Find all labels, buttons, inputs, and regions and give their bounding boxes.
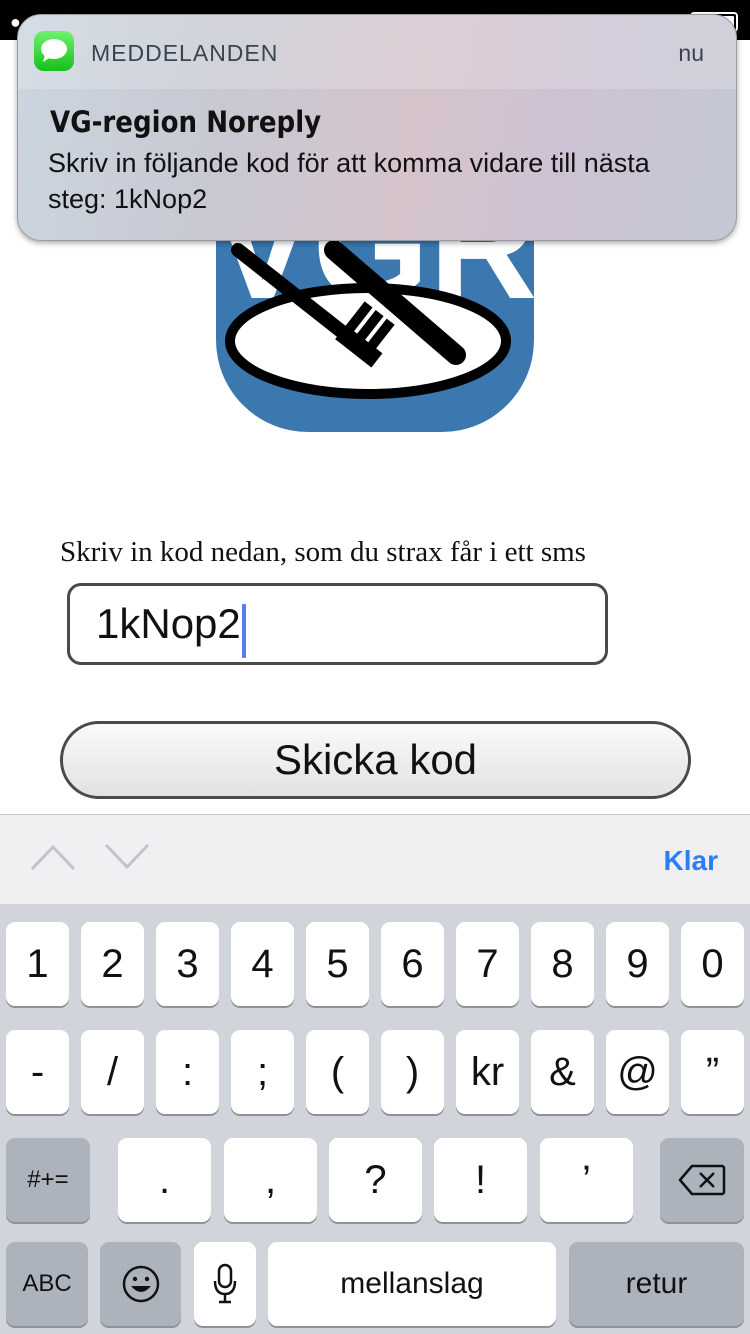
text-caret — [241, 603, 246, 658]
key-hyphen[interactable]: - — [6, 1030, 69, 1114]
key-2[interactable]: 2 — [81, 922, 144, 1006]
notification-time: nu — [678, 40, 704, 66]
key-apostrophe[interactable]: ’ — [540, 1138, 633, 1222]
notification-header: MEDDELANDEN nu — [18, 15, 736, 89]
key-ampersand[interactable]: & — [531, 1030, 594, 1114]
key-at[interactable]: @ — [606, 1030, 669, 1114]
backspace-key[interactable] — [660, 1138, 744, 1222]
key-exclamation[interactable]: ! — [434, 1138, 527, 1222]
backspace-icon — [678, 1164, 726, 1196]
notification-sender: VG-region Noreply — [50, 105, 322, 139]
key-4[interactable]: 4 — [231, 922, 294, 1006]
keyboard: 1 2 3 4 5 6 7 8 9 0 - / : ; ( ) kr & @ ”… — [0, 904, 750, 1334]
code-input[interactable]: 1kNop2 — [67, 583, 608, 665]
symbols-key[interactable]: #+= — [6, 1138, 90, 1222]
microphone-icon — [213, 1263, 237, 1304]
key-close-paren[interactable]: ) — [381, 1030, 444, 1114]
notification-app-name: MEDDELANDEN — [91, 40, 279, 66]
key-colon[interactable]: : — [156, 1030, 219, 1114]
key-8[interactable]: 8 — [531, 922, 594, 1006]
dictation-key[interactable] — [194, 1242, 256, 1326]
code-input-value: 1kNop2 — [96, 600, 241, 647]
key-quote[interactable]: ” — [681, 1030, 744, 1114]
instruction-text: Skriv in kod nedan, som du strax får i e… — [60, 536, 586, 568]
messages-app-icon — [34, 31, 74, 71]
key-semicolon[interactable]: ; — [231, 1030, 294, 1114]
key-kr[interactable]: kr — [456, 1030, 519, 1114]
done-button[interactable]: Klar — [664, 845, 718, 877]
send-code-button[interactable]: Skicka kod — [60, 721, 691, 799]
key-9[interactable]: 9 — [606, 922, 669, 1006]
notification-body: Skriv in följande kod för att komma vida… — [48, 148, 650, 214]
key-7[interactable]: 7 — [456, 922, 519, 1006]
emoji-icon — [122, 1265, 159, 1303]
message-notification[interactable]: MEDDELANDEN nu VG-region Noreply Skriv i… — [17, 14, 737, 241]
key-3[interactable]: 3 — [156, 922, 219, 1006]
previous-field-chevron-up-icon[interactable] — [30, 843, 76, 871]
abc-key[interactable]: ABC — [6, 1242, 88, 1326]
key-5[interactable]: 5 — [306, 922, 369, 1006]
keyboard-accessory-bar: Klar — [0, 814, 750, 904]
key-open-paren[interactable]: ( — [306, 1030, 369, 1114]
space-key[interactable]: mellanslag — [268, 1242, 556, 1326]
emoji-key[interactable] — [100, 1242, 181, 1326]
key-6[interactable]: 6 — [381, 922, 444, 1006]
key-1[interactable]: 1 — [6, 922, 69, 1006]
return-key[interactable]: retur — [569, 1242, 744, 1326]
key-0[interactable]: 0 — [681, 922, 744, 1006]
key-comma[interactable]: , — [224, 1138, 317, 1222]
next-field-chevron-down-icon[interactable] — [104, 843, 150, 871]
key-slash[interactable]: / — [81, 1030, 144, 1114]
key-period[interactable]: . — [118, 1138, 211, 1222]
key-question[interactable]: ? — [329, 1138, 422, 1222]
